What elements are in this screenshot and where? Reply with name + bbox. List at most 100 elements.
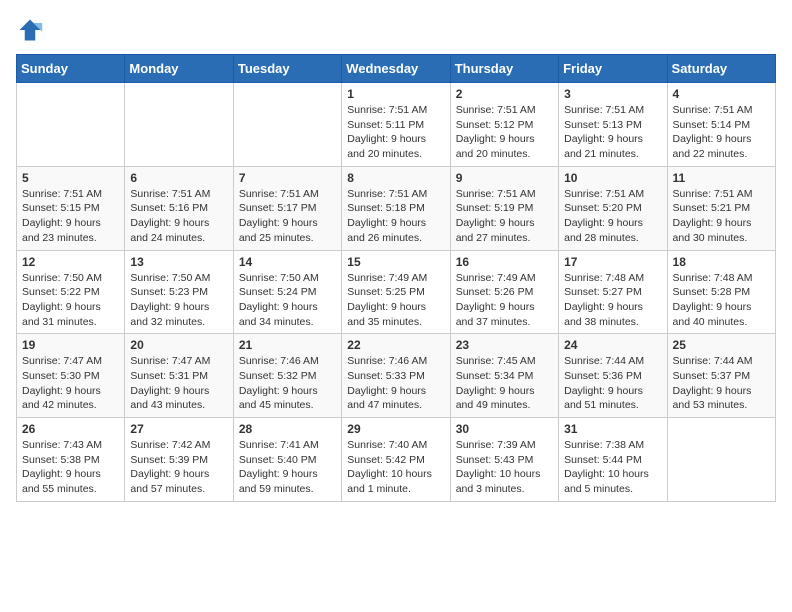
day-cell: 15 Sunrise: 7:49 AM Sunset: 5:25 PM Dayli…: [342, 250, 450, 334]
day-info: Sunrise: 7:38 AM Sunset: 5:44 PM Dayligh…: [564, 438, 661, 497]
day-cell: 16 Sunrise: 7:49 AM Sunset: 5:26 PM Dayli…: [450, 250, 558, 334]
day-number: 6: [130, 171, 227, 185]
day-info: Sunrise: 7:50 AM Sunset: 5:24 PM Dayligh…: [239, 271, 336, 330]
day-cell: 28Sunrise: 7:41 AM Sunset: 5:40 PM Dayli…: [233, 418, 341, 502]
day-cell: 23Sunrise: 7:45 AM Sunset: 5:34 PM Dayli…: [450, 334, 558, 418]
week-row-0: 1Sunrise: 7:51 AM Sunset: 5:11 PM Daylig…: [17, 83, 776, 167]
day-info: Sunrise: 7:51 AM Sunset: 5:14 PM Dayligh…: [673, 103, 770, 162]
day-cell: 19 Sunrise: 7:47 AM Sunset: 5:30 PM Dayli…: [17, 334, 125, 418]
day-cell: 30 Sunrise: 7:39 AM Sunset: 5:43 PM Dayli…: [450, 418, 558, 502]
day-cell: 31 Sunrise: 7:38 AM Sunset: 5:44 PM Dayli…: [559, 418, 667, 502]
day-cell: 24Sunrise: 7:44 AM Sunset: 5:36 PM Dayli…: [559, 334, 667, 418]
weekday-saturday: Saturday: [667, 55, 775, 83]
day-cell: 14Sunrise: 7:50 AM Sunset: 5:24 PM Dayli…: [233, 250, 341, 334]
day-cell: 6 Sunrise: 7:51 AM Sunset: 5:16 PM Daylig…: [125, 166, 233, 250]
weekday-monday: Monday: [125, 55, 233, 83]
day-cell: 10 Sunrise: 7:51 AM Sunset: 5:20 PM Dayli…: [559, 166, 667, 250]
day-info: Sunrise: 7:48 AM Sunset: 5:28 PM Dayligh…: [673, 271, 770, 330]
day-info: Sunrise: 7:47 AM Sunset: 5:31 PM Dayligh…: [130, 354, 227, 413]
day-cell: 9 Sunrise: 7:51 AM Sunset: 5:19 PM Daylig…: [450, 166, 558, 250]
day-info: Sunrise: 7:43 AM Sunset: 5:38 PM Dayligh…: [22, 438, 119, 497]
weekday-friday: Friday: [559, 55, 667, 83]
day-info: Sunrise: 7:51 AM Sunset: 5:17 PM Dayligh…: [239, 187, 336, 246]
day-cell: 29Sunrise: 7:40 AM Sunset: 5:42 PM Dayli…: [342, 418, 450, 502]
weekday-tuesday: Tuesday: [233, 55, 341, 83]
day-cell: 13 Sunrise: 7:50 AM Sunset: 5:23 PM Dayli…: [125, 250, 233, 334]
day-cell: 4Sunrise: 7:51 AM Sunset: 5:14 PM Daylig…: [667, 83, 775, 167]
day-number: 18: [673, 255, 770, 269]
day-cell: 8 Sunrise: 7:51 AM Sunset: 5:18 PM Daylig…: [342, 166, 450, 250]
day-number: 2: [456, 87, 553, 101]
day-number: 19: [22, 338, 119, 352]
day-info: Sunrise: 7:44 AM Sunset: 5:37 PM Dayligh…: [673, 354, 770, 413]
day-number: 17: [564, 255, 661, 269]
week-row-3: 19 Sunrise: 7:47 AM Sunset: 5:30 PM Dayli…: [17, 334, 776, 418]
day-info: Sunrise: 7:51 AM Sunset: 5:12 PM Dayligh…: [456, 103, 553, 162]
day-info: Sunrise: 7:46 AM Sunset: 5:33 PM Dayligh…: [347, 354, 444, 413]
day-number: 16: [456, 255, 553, 269]
day-cell: 7 Sunrise: 7:51 AM Sunset: 5:17 PM Daylig…: [233, 166, 341, 250]
weekday-header-row: SundayMondayTuesdayWednesdayThursdayFrid…: [17, 55, 776, 83]
day-info: Sunrise: 7:45 AM Sunset: 5:34 PM Dayligh…: [456, 354, 553, 413]
logo-icon: [16, 16, 44, 44]
day-number: 25: [673, 338, 770, 352]
day-number: 26: [22, 422, 119, 436]
week-row-2: 12 Sunrise: 7:50 AM Sunset: 5:22 PM Dayli…: [17, 250, 776, 334]
day-number: 31: [564, 422, 661, 436]
day-info: Sunrise: 7:51 AM Sunset: 5:20 PM Dayligh…: [564, 187, 661, 246]
day-cell: [125, 83, 233, 167]
day-number: 3: [564, 87, 661, 101]
day-number: 22: [347, 338, 444, 352]
day-number: 28: [239, 422, 336, 436]
day-number: 13: [130, 255, 227, 269]
day-number: 9: [456, 171, 553, 185]
day-cell: 12 Sunrise: 7:50 AM Sunset: 5:22 PM Dayli…: [17, 250, 125, 334]
day-cell: 22 Sunrise: 7:46 AM Sunset: 5:33 PM Dayli…: [342, 334, 450, 418]
day-cell: 11 Sunrise: 7:51 AM Sunset: 5:21 PM Dayli…: [667, 166, 775, 250]
day-info: Sunrise: 7:40 AM Sunset: 5:42 PM Dayligh…: [347, 438, 444, 497]
day-cell: 21 Sunrise: 7:46 AM Sunset: 5:32 PM Dayli…: [233, 334, 341, 418]
weekday-thursday: Thursday: [450, 55, 558, 83]
day-number: 12: [22, 255, 119, 269]
day-info: Sunrise: 7:46 AM Sunset: 5:32 PM Dayligh…: [239, 354, 336, 413]
day-cell: 5 Sunrise: 7:51 AM Sunset: 5:15 PM Daylig…: [17, 166, 125, 250]
day-info: Sunrise: 7:50 AM Sunset: 5:22 PM Dayligh…: [22, 271, 119, 330]
day-info: Sunrise: 7:50 AM Sunset: 5:23 PM Dayligh…: [130, 271, 227, 330]
day-number: 5: [22, 171, 119, 185]
day-cell: 25 Sunrise: 7:44 AM Sunset: 5:37 PM Dayli…: [667, 334, 775, 418]
week-row-4: 26 Sunrise: 7:43 AM Sunset: 5:38 PM Dayli…: [17, 418, 776, 502]
day-cell: [667, 418, 775, 502]
day-info: Sunrise: 7:48 AM Sunset: 5:27 PM Dayligh…: [564, 271, 661, 330]
day-cell: 20 Sunrise: 7:47 AM Sunset: 5:31 PM Dayli…: [125, 334, 233, 418]
day-info: Sunrise: 7:51 AM Sunset: 5:19 PM Dayligh…: [456, 187, 553, 246]
day-info: Sunrise: 7:39 AM Sunset: 5:43 PM Dayligh…: [456, 438, 553, 497]
day-cell: 27Sunrise: 7:42 AM Sunset: 5:39 PM Dayli…: [125, 418, 233, 502]
day-number: 1: [347, 87, 444, 101]
day-info: Sunrise: 7:51 AM Sunset: 5:13 PM Dayligh…: [564, 103, 661, 162]
calendar-body: 1Sunrise: 7:51 AM Sunset: 5:11 PM Daylig…: [17, 83, 776, 502]
day-number: 30: [456, 422, 553, 436]
day-info: Sunrise: 7:51 AM Sunset: 5:15 PM Dayligh…: [22, 187, 119, 246]
day-info: Sunrise: 7:49 AM Sunset: 5:25 PM Dayligh…: [347, 271, 444, 330]
day-cell: [17, 83, 125, 167]
day-number: 20: [130, 338, 227, 352]
page-header: [16, 16, 776, 44]
day-cell: 1Sunrise: 7:51 AM Sunset: 5:11 PM Daylig…: [342, 83, 450, 167]
weekday-sunday: Sunday: [17, 55, 125, 83]
week-row-1: 5 Sunrise: 7:51 AM Sunset: 5:15 PM Daylig…: [17, 166, 776, 250]
day-number: 21: [239, 338, 336, 352]
day-info: Sunrise: 7:47 AM Sunset: 5:30 PM Dayligh…: [22, 354, 119, 413]
day-number: 15: [347, 255, 444, 269]
day-number: 11: [673, 171, 770, 185]
day-cell: 26 Sunrise: 7:43 AM Sunset: 5:38 PM Dayli…: [17, 418, 125, 502]
day-number: 24: [564, 338, 661, 352]
day-number: 8: [347, 171, 444, 185]
day-info: Sunrise: 7:51 AM Sunset: 5:21 PM Dayligh…: [673, 187, 770, 246]
day-info: Sunrise: 7:51 AM Sunset: 5:18 PM Dayligh…: [347, 187, 444, 246]
day-info: Sunrise: 7:51 AM Sunset: 5:16 PM Dayligh…: [130, 187, 227, 246]
day-number: 7: [239, 171, 336, 185]
day-info: Sunrise: 7:49 AM Sunset: 5:26 PM Dayligh…: [456, 271, 553, 330]
calendar-table: SundayMondayTuesdayWednesdayThursdayFrid…: [16, 54, 776, 502]
day-number: 10: [564, 171, 661, 185]
day-cell: 2 Sunrise: 7:51 AM Sunset: 5:12 PM Daylig…: [450, 83, 558, 167]
